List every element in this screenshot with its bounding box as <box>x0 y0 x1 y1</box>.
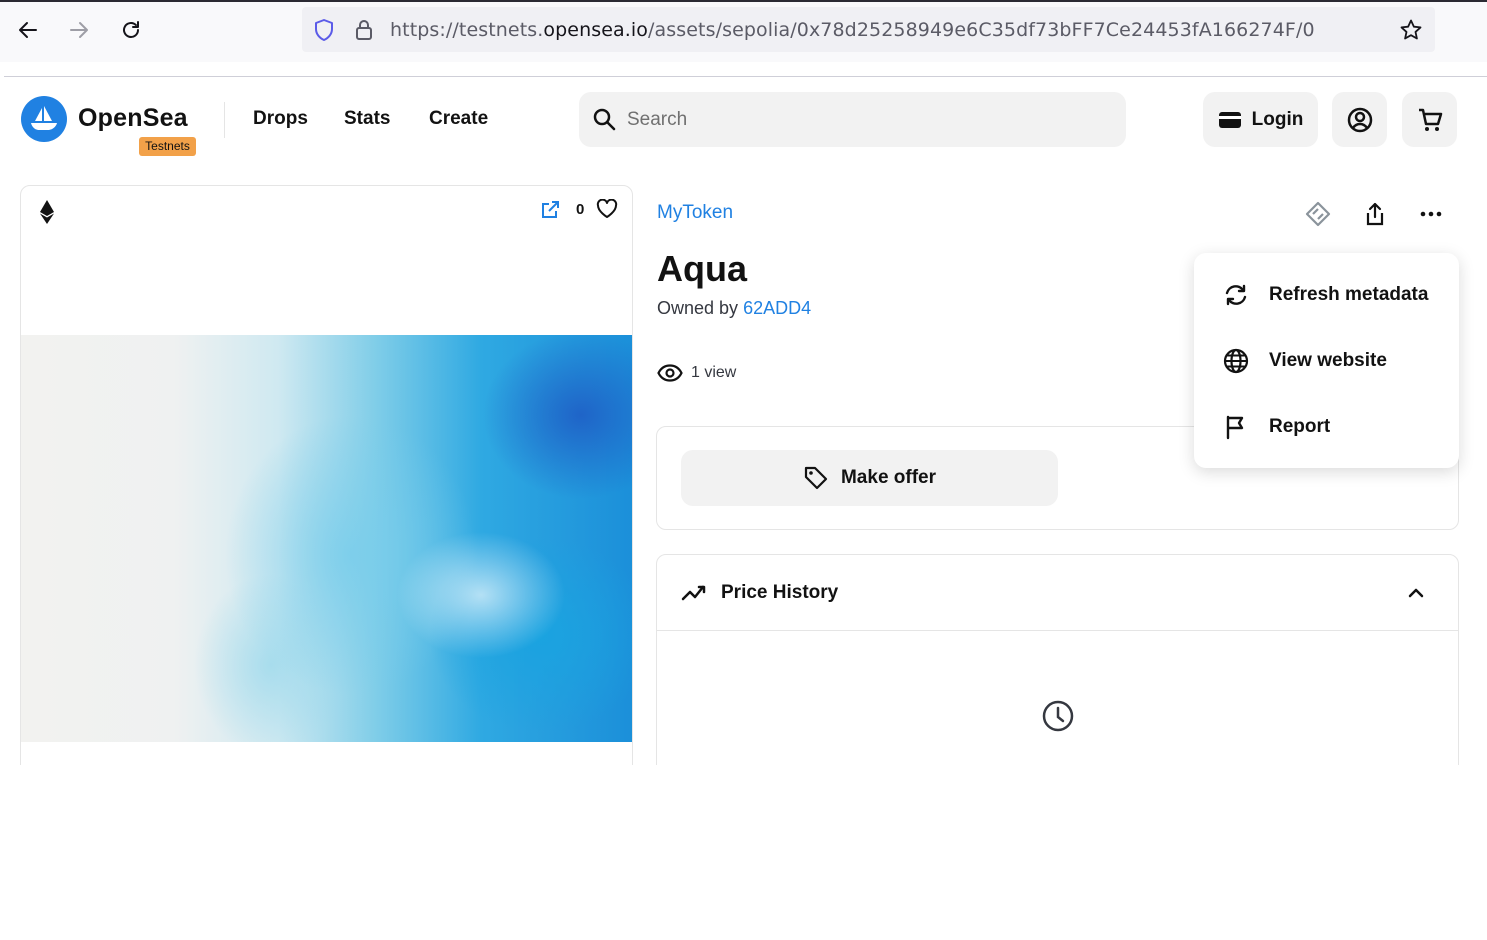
price-history-header[interactable]: Price History <box>657 555 1458 631</box>
lock-icon <box>356 20 372 40</box>
flag-icon <box>1223 414 1249 440</box>
make-offer-label: Make offer <box>840 467 937 488</box>
opensea-logo[interactable] <box>21 96 67 142</box>
owned-by-label: Owned by <box>657 298 739 318</box>
make-offer-button[interactable]: Make offer <box>681 450 1058 506</box>
browser-toolbar: https://testnets.opensea.io/assets/sepol… <box>0 0 1487 62</box>
toolbar-divider <box>4 76 1487 77</box>
chevron-up-icon[interactable] <box>1405 582 1427 604</box>
url-path: /assets/sepolia/0x78d25258949e6C35df73bF… <box>648 19 1315 41</box>
clock-icon <box>1042 700 1074 732</box>
reload-icon <box>123 21 139 38</box>
collection-link[interactable]: MyToken <box>657 202 733 224</box>
price-history-title: Price History <box>721 582 839 603</box>
asset-title: Aqua <box>657 248 747 289</box>
nav-drops[interactable]: Drops <box>253 108 308 130</box>
eye-icon <box>657 364 683 382</box>
more-options-button[interactable] <box>1416 199 1446 229</box>
testnets-badge: Testnets <box>139 137 196 156</box>
tag-chain-button[interactable] <box>1303 199 1333 229</box>
view-count: 1 view <box>657 364 736 382</box>
more-horizontal-icon <box>1420 211 1442 217</box>
menu-item-report[interactable]: Report <box>1194 397 1459 457</box>
forward-button[interactable] <box>63 14 95 46</box>
profile-button[interactable] <box>1332 92 1387 147</box>
login-button[interactable]: Login <box>1203 92 1318 147</box>
search-icon <box>593 108 616 131</box>
brand-name[interactable]: OpenSea <box>78 104 188 133</box>
price-history-panel: Price History <box>656 554 1459 794</box>
back-button[interactable] <box>12 14 44 46</box>
heart-icon[interactable] <box>596 199 618 219</box>
owned-by: Owned by 62ADD4 <box>657 298 811 319</box>
ship-icon <box>31 106 57 130</box>
ethereum-icon <box>40 200 54 224</box>
menu-item-label: View website <box>1269 350 1387 371</box>
search-input[interactable] <box>627 107 1107 133</box>
reload-button[interactable] <box>115 14 147 46</box>
trending-icon <box>681 585 706 601</box>
shield-icon <box>315 19 333 41</box>
tag-icon <box>804 466 828 490</box>
star-icon[interactable] <box>1399 18 1423 42</box>
url-text[interactable]: https://testnets.opensea.io/assets/sepol… <box>390 19 1315 41</box>
share-button[interactable] <box>1360 199 1390 229</box>
media-card: 0 <box>20 185 633 785</box>
menu-item-view-website[interactable]: View website <box>1194 331 1459 391</box>
globe-icon <box>1223 348 1249 374</box>
arrow-left-icon <box>19 22 37 38</box>
cart-icon <box>1418 108 1442 131</box>
url-scheme: https://testnets. <box>390 19 544 41</box>
tag-link-icon <box>1305 201 1331 227</box>
header-divider <box>224 102 225 138</box>
nav-create[interactable]: Create <box>429 108 488 130</box>
page-blank-area <box>0 765 1487 940</box>
wallet-icon <box>1218 111 1241 128</box>
cart-button[interactable] <box>1402 92 1457 147</box>
menu-item-refresh-metadata[interactable]: Refresh metadata <box>1194 265 1459 325</box>
more-options-menu: Refresh metadata View website Report <box>1194 253 1459 468</box>
search-bar[interactable] <box>579 92 1126 147</box>
share-icon <box>1366 202 1384 226</box>
url-bar[interactable]: https://testnets.opensea.io/assets/sepol… <box>302 7 1435 52</box>
owner-link[interactable]: 62ADD4 <box>743 298 811 318</box>
view-count-label: 1 view <box>691 364 737 381</box>
asset-image[interactable] <box>21 335 632 742</box>
menu-item-label: Refresh metadata <box>1269 284 1429 305</box>
login-label: Login <box>1251 108 1304 130</box>
user-circle-icon <box>1347 107 1372 132</box>
url-host: opensea.io <box>543 19 649 41</box>
arrow-right-icon <box>70 22 88 38</box>
external-link-icon[interactable] <box>540 200 560 220</box>
window-edge <box>0 0 1487 2</box>
menu-item-label: Report <box>1269 416 1331 437</box>
favorite-count: 0 <box>576 201 585 218</box>
nav-stats[interactable]: Stats <box>344 108 390 130</box>
refresh-icon <box>1223 282 1249 308</box>
